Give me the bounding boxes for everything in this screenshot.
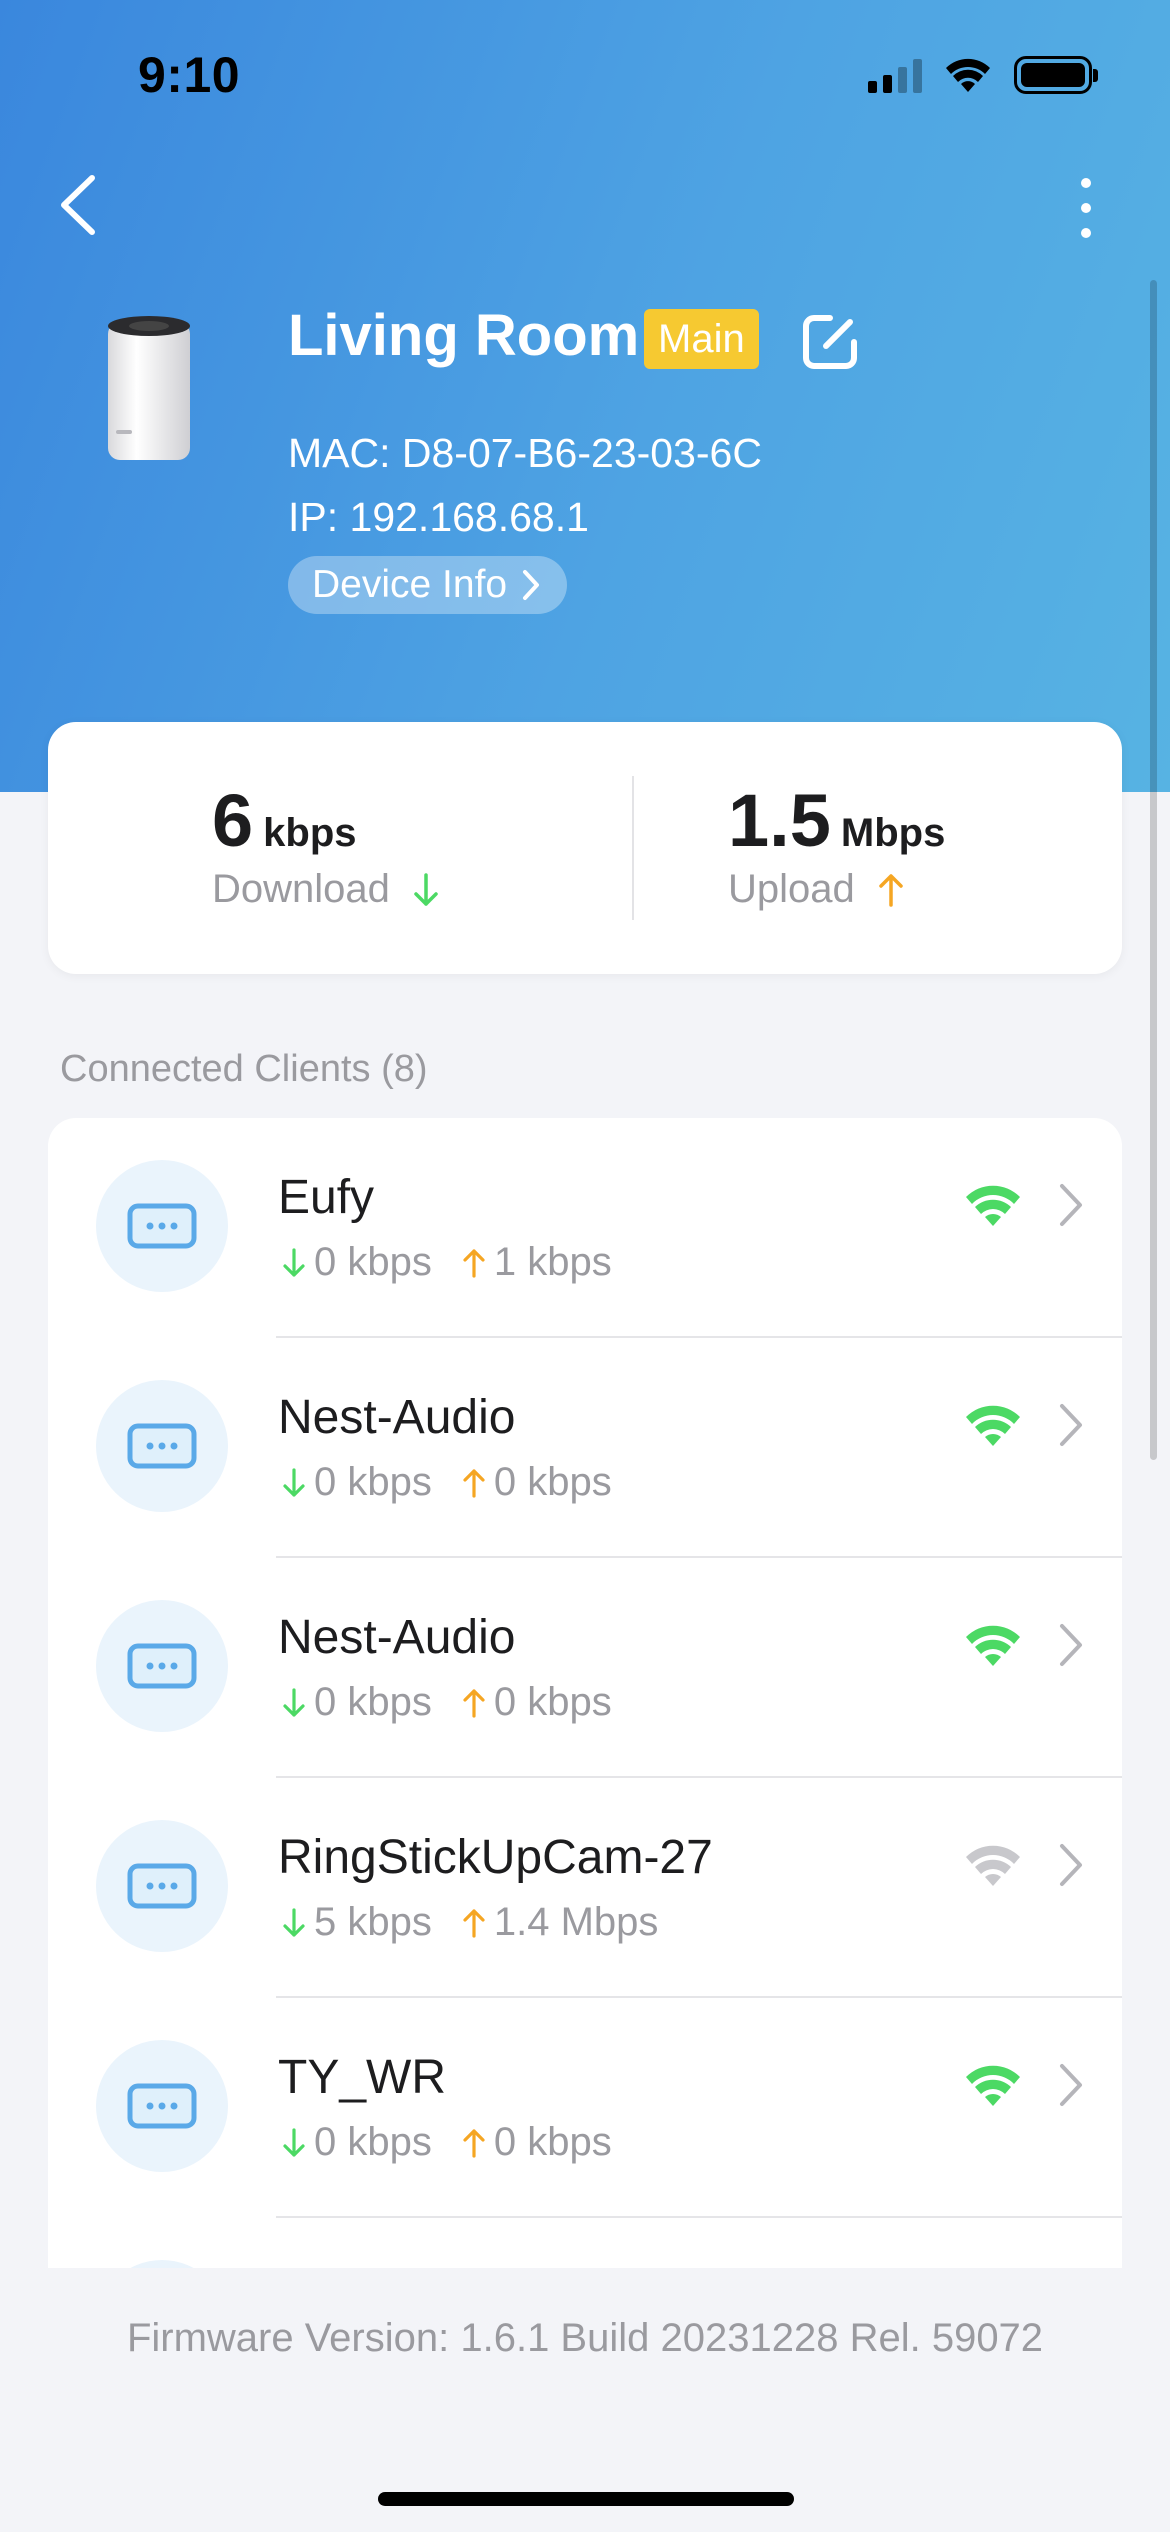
client-upload: 0 kbps	[493, 1680, 612, 1724]
download-value: 6	[212, 779, 254, 862]
upload-arrow-icon	[463, 1248, 485, 1278]
client-upload: 1 kbps	[493, 1240, 612, 1284]
client-upload: 0 kbps	[493, 2120, 612, 2164]
status-time: 9:10	[138, 47, 241, 103]
download-arrow-icon	[283, 1687, 305, 1717]
download-label: Download	[212, 867, 390, 911]
device-generic-icon	[127, 1203, 197, 1249]
upload-value: 1.5	[728, 779, 831, 862]
client-name: RingStickUpCam-27	[278, 1831, 713, 1884]
upload-arrow-icon	[463, 1688, 485, 1718]
device-generic-icon	[127, 1863, 197, 1909]
client-stats: 5 kbps 1.4 Mbps	[282, 1900, 658, 1945]
device-name: Living Room	[288, 303, 640, 368]
download-speed: 6 kbps Download	[212, 778, 440, 912]
chevron-right-icon	[1060, 1844, 1082, 1886]
chevron-right-icon	[523, 570, 540, 600]
upload-arrow-icon	[879, 873, 903, 907]
client-upload: 1.4 Mbps	[493, 1900, 659, 1944]
upload-arrow-icon	[463, 1908, 485, 1938]
client-avatar	[96, 2040, 228, 2172]
speed-card: 6 kbps Download 1.5 Mbps Upload	[48, 722, 1122, 974]
download-arrow-icon	[283, 1467, 305, 1497]
upload-label: Upload	[728, 867, 855, 911]
more-dot-icon	[1081, 178, 1091, 188]
client-upload: 0 kbps	[493, 1460, 612, 1504]
client-download: 0 kbps	[314, 1240, 432, 1284]
back-button[interactable]	[52, 170, 112, 240]
device-generic-icon	[127, 1643, 197, 1689]
upload-speed: 1.5 Mbps Upload	[728, 778, 945, 912]
client-download: 0 kbps	[314, 1460, 432, 1504]
client-download: 0 kbps	[314, 1680, 432, 1724]
more-options-button[interactable]	[1066, 178, 1106, 238]
upload-arrow-icon	[463, 1468, 485, 1498]
client-avatar	[96, 2260, 228, 2268]
ip-address: IP: 192.168.68.1	[288, 494, 589, 540]
device-generic-icon	[127, 2083, 197, 2129]
cellular-signal-icon	[868, 57, 922, 93]
client-name: Nest-Audio	[278, 1611, 516, 1664]
edit-name-button[interactable]	[800, 310, 862, 372]
client-stats: 0 kbps 0 kbps	[282, 1680, 612, 1725]
download-arrow-icon	[283, 1247, 305, 1277]
mac-address: MAC: D8-07-B6-23-03-6C	[288, 430, 762, 476]
upload-arrow-icon	[463, 2128, 485, 2158]
device-info-button[interactable]: Device Info	[288, 556, 568, 614]
chevron-right-icon	[1060, 1624, 1082, 1666]
download-arrow-icon	[283, 1907, 305, 1937]
row-divider	[276, 2216, 1122, 2218]
main-badge: Main	[644, 309, 759, 369]
upload-unit: Mbps	[840, 811, 946, 855]
more-dot-icon	[1081, 228, 1091, 238]
client-avatar	[96, 1160, 228, 1292]
client-row[interactable]: RingStickUpCam-27 5 kbps 1.4 Mbps	[48, 1778, 1122, 1998]
client-download: 5 kbps	[314, 1900, 432, 1944]
client-name: Eufy	[278, 1171, 375, 1224]
client-stats: 0 kbps 1 kbps	[282, 1240, 612, 1285]
battery-icon	[1014, 56, 1098, 94]
client-row[interactable]: Eufy 0 kbps 1 kbps	[48, 1118, 1122, 1338]
wifi-status-icon	[946, 58, 990, 92]
wifi-signal-icon	[966, 1625, 1020, 1666]
more-dot-icon	[1081, 203, 1091, 213]
device-info-label: Device Info	[312, 563, 508, 606]
wifi-signal-icon	[966, 1845, 1020, 1886]
scrollbar[interactable]	[1150, 280, 1157, 1460]
home-indicator[interactable]	[378, 2492, 794, 2506]
wifi-signal-icon	[966, 2065, 1020, 2106]
download-arrow-icon	[414, 872, 438, 906]
chevron-right-icon	[1060, 1404, 1082, 1446]
download-unit: kbps	[263, 811, 357, 855]
connected-clients-title: Connected Clients (8)	[60, 1048, 428, 1090]
chevron-right-icon	[1060, 2064, 1082, 2106]
client-avatar	[96, 1380, 228, 1512]
download-arrow-icon	[283, 2127, 305, 2157]
clients-list: Eufy 0 kbps 1 kbps Nest-Audio 0 kbps 0 k…	[48, 1118, 1122, 2268]
wifi-signal-icon	[966, 1185, 1020, 1226]
client-name: Nest-Audio	[278, 1391, 516, 1444]
client-name: TY_WR	[278, 2051, 446, 2104]
router-device-image	[108, 316, 190, 460]
client-download: 0 kbps	[314, 2120, 432, 2164]
device-generic-icon	[127, 1423, 197, 1469]
speed-divider	[632, 776, 634, 920]
client-row[interactable]: Nest-Audio 0 kbps 0 kbps	[48, 1338, 1122, 1558]
chevron-right-icon	[1060, 1184, 1082, 1226]
firmware-version: Firmware Version: 1.6.1 Build 20231228 R…	[126, 2316, 1044, 2360]
client-avatar	[96, 1820, 228, 1952]
wifi-signal-icon	[966, 1405, 1020, 1446]
client-stats: 0 kbps 0 kbps	[282, 2120, 612, 2165]
client-row[interactable]: TY_WR 0 kbps 0 kbps	[48, 1998, 1122, 2218]
status-icons	[868, 56, 1098, 94]
client-avatar	[96, 1600, 228, 1732]
client-stats: 0 kbps 0 kbps	[282, 1460, 612, 1505]
client-row[interactable]: Nest-Audio 0 kbps 0 kbps	[48, 1558, 1122, 1778]
